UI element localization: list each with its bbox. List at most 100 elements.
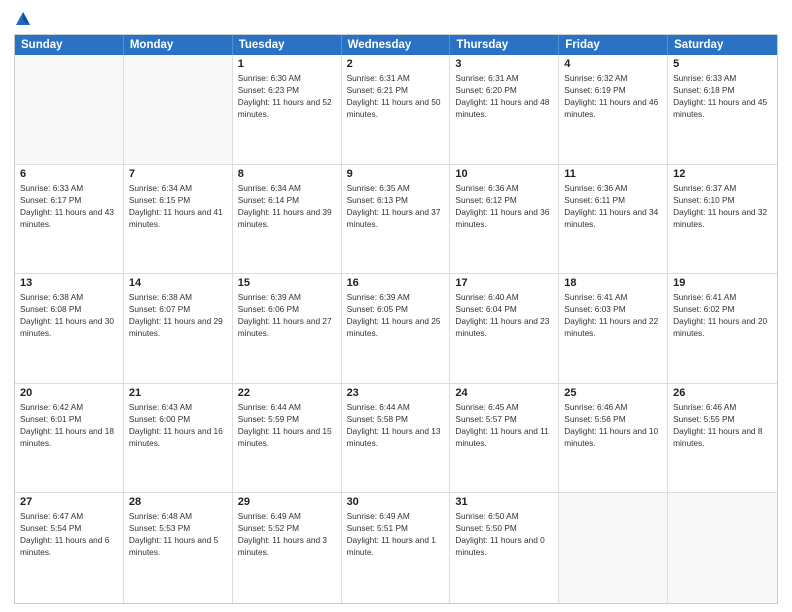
- day-info: Sunrise: 6:39 AMSunset: 6:05 PMDaylight:…: [347, 291, 445, 339]
- day-number: 2: [347, 58, 445, 70]
- day-info: Sunrise: 6:49 AMSunset: 5:52 PMDaylight:…: [238, 510, 336, 558]
- cal-cell: 27 Sunrise: 6:47 AMSunset: 5:54 PMDayligh…: [15, 493, 124, 603]
- day-number: 28: [129, 496, 227, 508]
- day-info: Sunrise: 6:46 AMSunset: 5:55 PMDaylight:…: [673, 401, 772, 449]
- day-info: Sunrise: 6:41 AMSunset: 6:02 PMDaylight:…: [673, 291, 772, 339]
- logo: [14, 10, 34, 28]
- day-number: 22: [238, 387, 336, 399]
- day-info: Sunrise: 6:44 AMSunset: 5:58 PMDaylight:…: [347, 401, 445, 449]
- day-info: Sunrise: 6:36 AMSunset: 6:12 PMDaylight:…: [455, 182, 553, 230]
- day-info: Sunrise: 6:45 AMSunset: 5:57 PMDaylight:…: [455, 401, 553, 449]
- day-number: 27: [20, 496, 118, 508]
- cal-cell: 15Sunrise: 6:39 AMSunset: 6:06 PMDayligh…: [233, 274, 342, 383]
- day-info: Sunrise: 6:36 AMSunset: 6:11 PMDaylight:…: [564, 182, 662, 230]
- day-number: 31: [455, 496, 553, 508]
- day-info: Sunrise: 6:42 AMSunset: 6:01 PMDaylight:…: [20, 401, 118, 449]
- cal-cell: 14Sunrise: 6:38 AMSunset: 6:07 PMDayligh…: [124, 274, 233, 383]
- cal-week: 1 Sunrise: 6:30 AMSunset: 6:23 PMDaylight…: [15, 55, 777, 165]
- header: [14, 10, 778, 28]
- day-info: Sunrise: 6:44 AMSunset: 5:59 PMDaylight:…: [238, 401, 336, 449]
- day-info: Sunrise: 6:40 AMSunset: 6:04 PMDaylight:…: [455, 291, 553, 339]
- cal-cell: 25 Sunrise: 6:46 AMSunset: 5:56 PMDayligh…: [559, 384, 668, 493]
- cal-cell: 2Sunrise: 6:31 AMSunset: 6:21 PMDaylight…: [342, 55, 451, 164]
- cal-cell: 1 Sunrise: 6:30 AMSunset: 6:23 PMDaylight…: [233, 55, 342, 164]
- cal-week: 27 Sunrise: 6:47 AMSunset: 5:54 PMDayligh…: [15, 493, 777, 603]
- cal-cell: 8Sunrise: 6:34 AMSunset: 6:14 PMDaylight…: [233, 165, 342, 274]
- cal-header-cell: Monday: [124, 35, 233, 55]
- cal-cell: 6 Sunrise: 6:33 AMSunset: 6:17 PMDaylight…: [15, 165, 124, 274]
- cal-cell: 29 Sunrise: 6:49 AMSunset: 5:52 PMDayligh…: [233, 493, 342, 603]
- cal-cell: 23 Sunrise: 6:44 AMSunset: 5:58 PMDayligh…: [342, 384, 451, 493]
- day-info: Sunrise: 6:47 AMSunset: 5:54 PMDaylight:…: [20, 510, 118, 558]
- cal-week: 20 Sunrise: 6:42 AMSunset: 6:01 PMDayligh…: [15, 384, 777, 494]
- cal-header-cell: Tuesday: [233, 35, 342, 55]
- day-number: 29: [238, 496, 336, 508]
- day-number: 17: [455, 277, 553, 289]
- day-number: 18: [564, 277, 662, 289]
- cal-cell: 31 Sunrise: 6:50 AMSunset: 5:50 PMDayligh…: [450, 493, 559, 603]
- cal-cell: 9 Sunrise: 6:35 AMSunset: 6:13 PMDaylight…: [342, 165, 451, 274]
- cal-cell: 17 Sunrise: 6:40 AMSunset: 6:04 PMDayligh…: [450, 274, 559, 383]
- day-info: Sunrise: 6:49 AMSunset: 5:51 PMDaylight:…: [347, 510, 445, 558]
- cal-cell: [668, 493, 777, 603]
- day-info: Sunrise: 6:43 AMSunset: 6:00 PMDaylight:…: [129, 401, 227, 449]
- cal-cell: 28 Sunrise: 6:48 AMSunset: 5:53 PMDayligh…: [124, 493, 233, 603]
- day-info: Sunrise: 6:38 AMSunset: 6:08 PMDaylight:…: [20, 291, 118, 339]
- day-number: 9: [347, 168, 445, 180]
- cal-cell: 18 Sunrise: 6:41 AMSunset: 6:03 PMDayligh…: [559, 274, 668, 383]
- cal-header-cell: Wednesday: [342, 35, 451, 55]
- calendar-header: SundayMondayTuesdayWednesdayThursdayFrid…: [15, 35, 777, 55]
- day-info: Sunrise: 6:33 AMSunset: 6:18 PMDaylight:…: [673, 72, 772, 120]
- day-info: Sunrise: 6:33 AMSunset: 6:17 PMDaylight:…: [20, 182, 118, 230]
- cal-header-cell: Saturday: [668, 35, 777, 55]
- day-number: 15: [238, 277, 336, 289]
- cal-cell: 30Sunrise: 6:49 AMSunset: 5:51 PMDayligh…: [342, 493, 451, 603]
- day-info: Sunrise: 6:37 AMSunset: 6:10 PMDaylight:…: [673, 182, 772, 230]
- day-number: 1: [238, 58, 336, 70]
- day-number: 25: [564, 387, 662, 399]
- cal-cell: 26 Sunrise: 6:46 AMSunset: 5:55 PMDayligh…: [668, 384, 777, 493]
- day-info: Sunrise: 6:34 AMSunset: 6:14 PMDaylight:…: [238, 182, 336, 230]
- day-number: 13: [20, 277, 118, 289]
- day-info: Sunrise: 6:46 AMSunset: 5:56 PMDaylight:…: [564, 401, 662, 449]
- day-number: 23: [347, 387, 445, 399]
- day-number: 14: [129, 277, 227, 289]
- day-info: Sunrise: 6:48 AMSunset: 5:53 PMDaylight:…: [129, 510, 227, 558]
- cal-cell: 20 Sunrise: 6:42 AMSunset: 6:01 PMDayligh…: [15, 384, 124, 493]
- cal-cell: [15, 55, 124, 164]
- day-number: 24: [455, 387, 553, 399]
- day-number: 6: [20, 168, 118, 180]
- cal-cell: 11Sunrise: 6:36 AMSunset: 6:11 PMDayligh…: [559, 165, 668, 274]
- cal-cell: 10 Sunrise: 6:36 AMSunset: 6:12 PMDayligh…: [450, 165, 559, 274]
- day-info: Sunrise: 6:50 AMSunset: 5:50 PMDaylight:…: [455, 510, 553, 558]
- day-number: 12: [673, 168, 772, 180]
- day-number: 10: [455, 168, 553, 180]
- calendar-body: 1 Sunrise: 6:30 AMSunset: 6:23 PMDaylight…: [15, 55, 777, 603]
- day-number: 16: [347, 277, 445, 289]
- cal-cell: 19 Sunrise: 6:41 AMSunset: 6:02 PMDayligh…: [668, 274, 777, 383]
- cal-header-cell: Thursday: [450, 35, 559, 55]
- logo-icon: [14, 10, 32, 28]
- cal-cell: 22 Sunrise: 6:44 AMSunset: 5:59 PMDayligh…: [233, 384, 342, 493]
- cal-header-cell: Sunday: [15, 35, 124, 55]
- day-number: 26: [673, 387, 772, 399]
- page: SundayMondayTuesdayWednesdayThursdayFrid…: [0, 0, 792, 612]
- cal-header-cell: Friday: [559, 35, 668, 55]
- day-info: Sunrise: 6:35 AMSunset: 6:13 PMDaylight:…: [347, 182, 445, 230]
- cal-cell: [124, 55, 233, 164]
- day-info: Sunrise: 6:30 AMSunset: 6:23 PMDaylight:…: [238, 72, 336, 120]
- day-number: 19: [673, 277, 772, 289]
- cal-cell: 7Sunrise: 6:34 AMSunset: 6:15 PMDaylight…: [124, 165, 233, 274]
- cal-cell: [559, 493, 668, 603]
- cal-cell: 4Sunrise: 6:32 AMSunset: 6:19 PMDaylight…: [559, 55, 668, 164]
- day-number: 20: [20, 387, 118, 399]
- cal-cell: 21 Sunrise: 6:43 AMSunset: 6:00 PMDayligh…: [124, 384, 233, 493]
- day-info: Sunrise: 6:41 AMSunset: 6:03 PMDaylight:…: [564, 291, 662, 339]
- calendar: SundayMondayTuesdayWednesdayThursdayFrid…: [14, 34, 778, 604]
- day-number: 21: [129, 387, 227, 399]
- cal-cell: 13 Sunrise: 6:38 AMSunset: 6:08 PMDayligh…: [15, 274, 124, 383]
- day-number: 3: [455, 58, 553, 70]
- day-number: 7: [129, 168, 227, 180]
- cal-cell: 5 Sunrise: 6:33 AMSunset: 6:18 PMDaylight…: [668, 55, 777, 164]
- day-number: 5: [673, 58, 772, 70]
